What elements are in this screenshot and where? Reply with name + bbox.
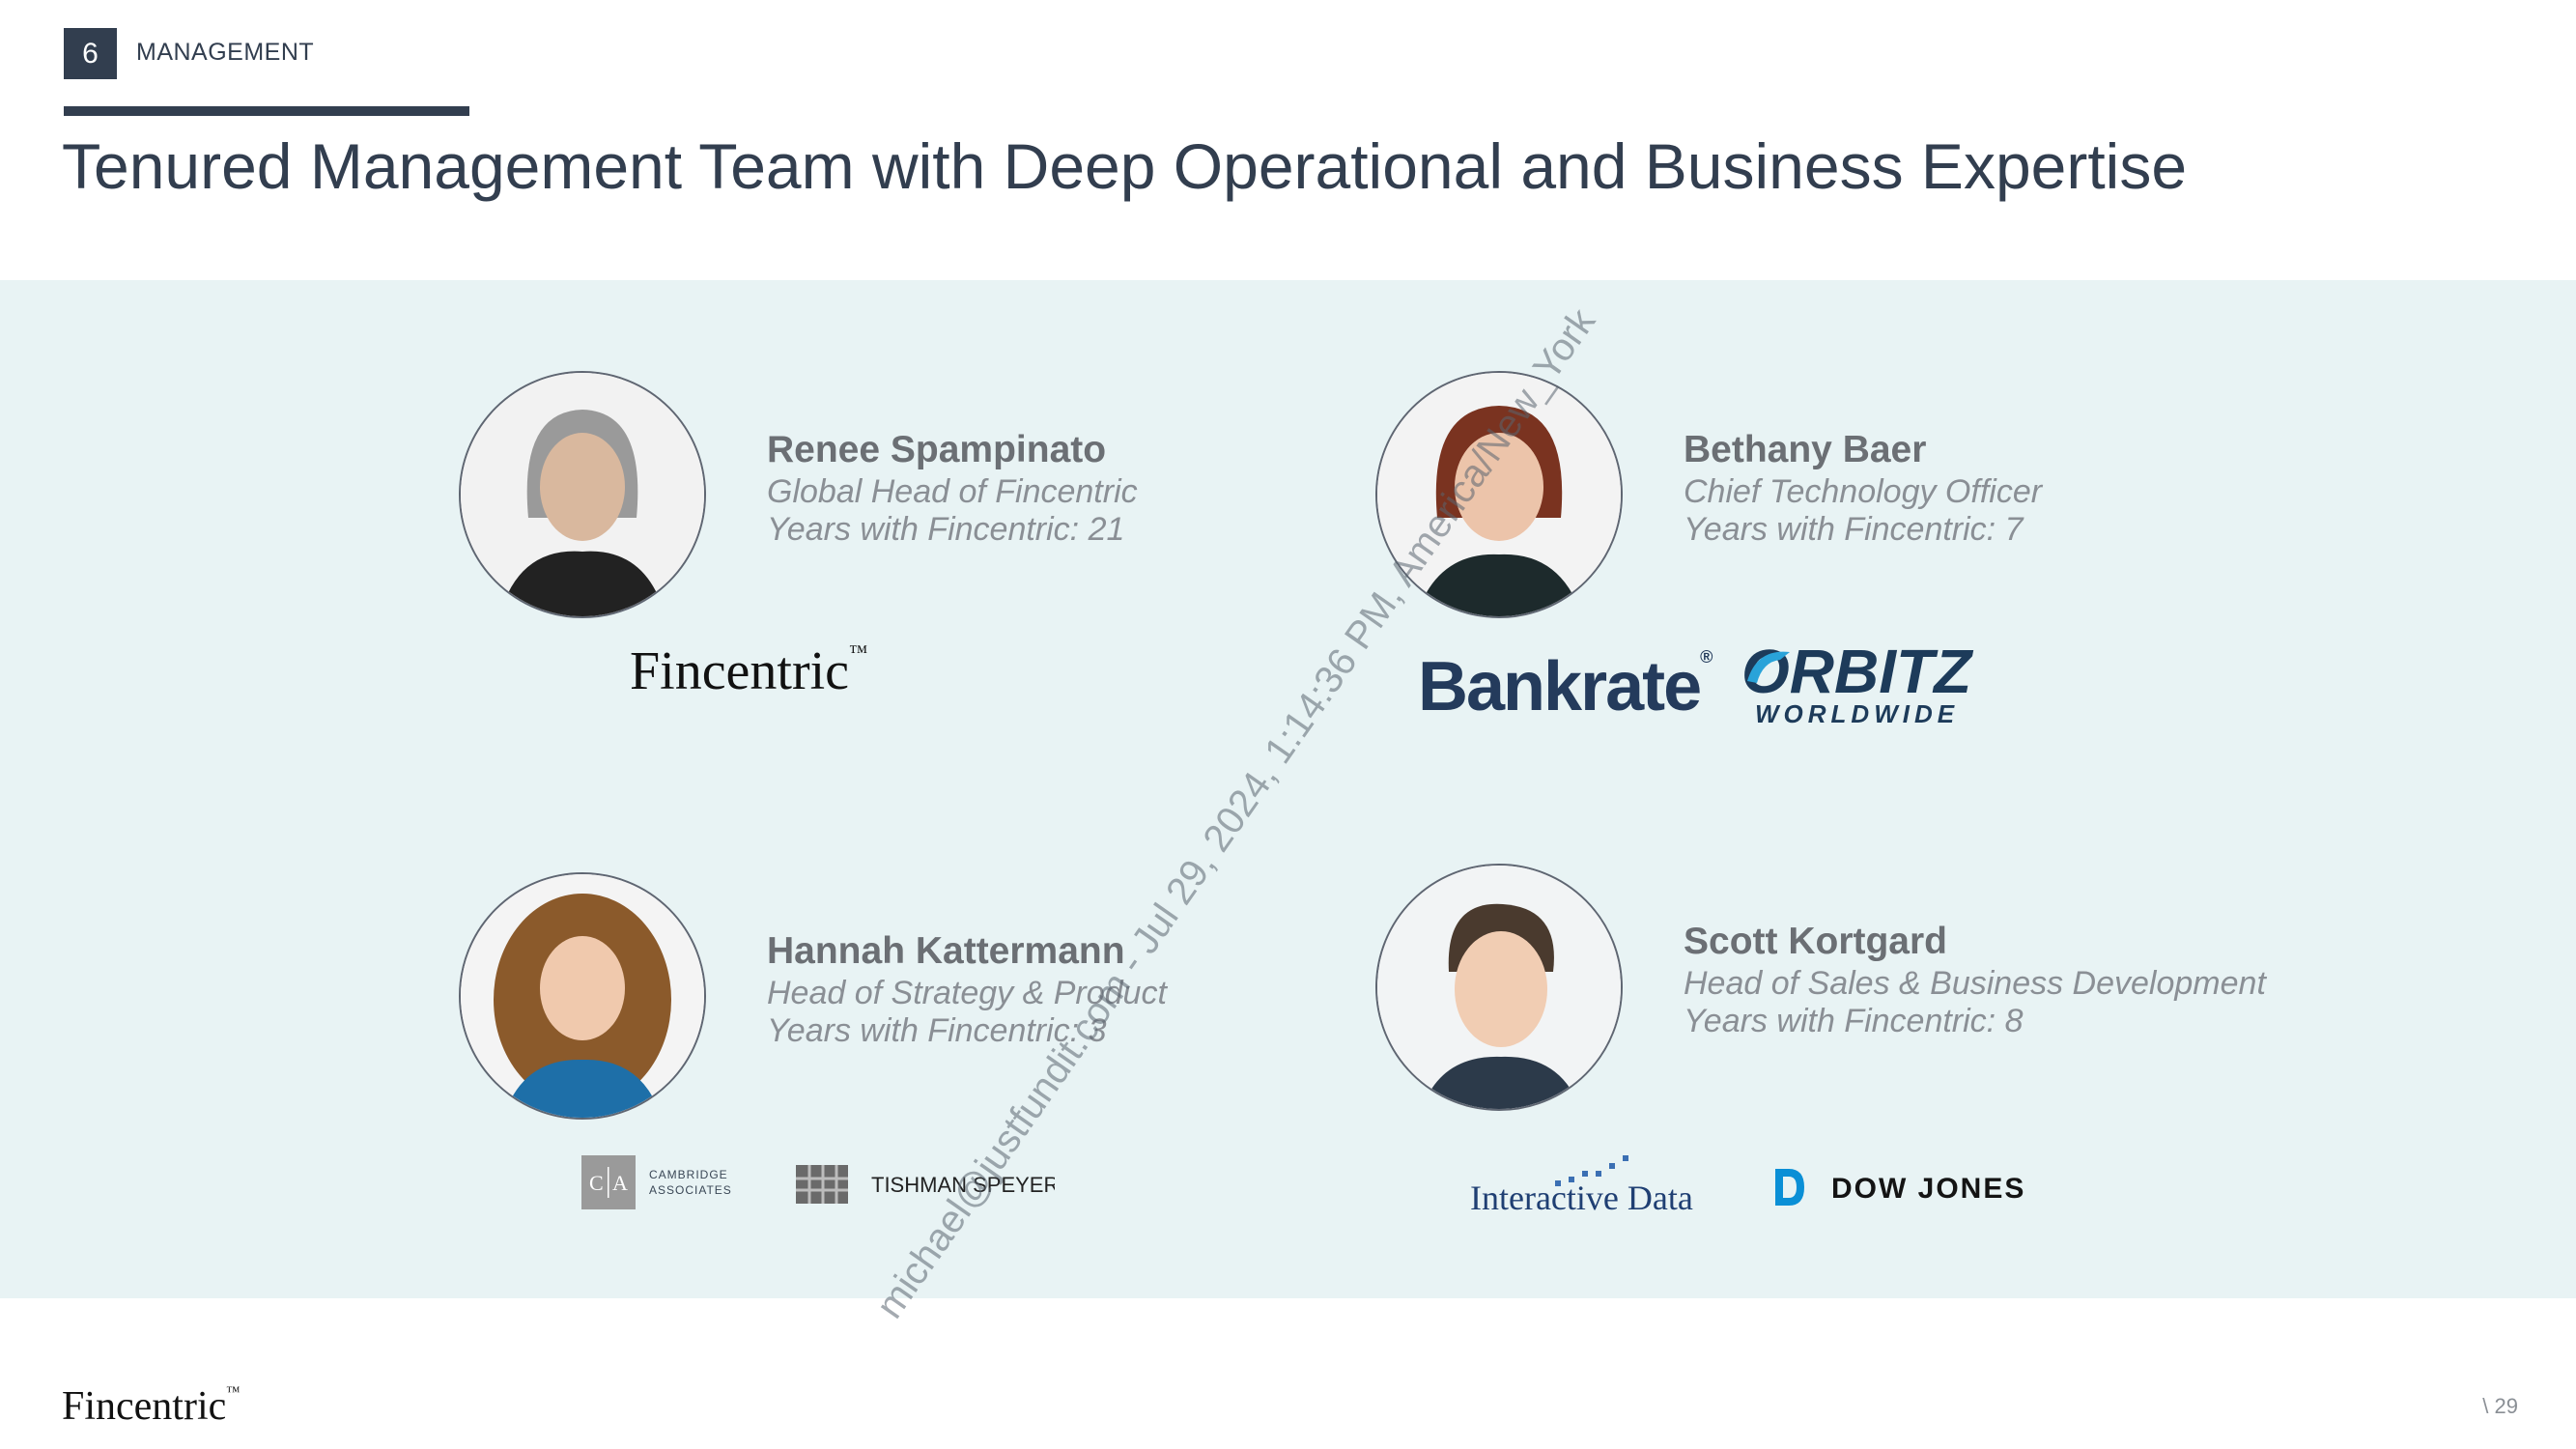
section-number-badge: 6 [64, 28, 117, 79]
section-label: MANAGEMENT [136, 39, 315, 66]
person-role: Chief Technology Officer [1684, 473, 2043, 510]
person-tenure: Years with Fincentric: 7 [1684, 511, 2024, 548]
cambridge-associates-logo: C A CAMBRIDGE ASSOCIATES [581, 1155, 736, 1209]
svg-text:Interactive Data: Interactive Data [1470, 1179, 1693, 1217]
person-name: Hannah Kattermann [767, 930, 1125, 972]
person-photo-icon [1377, 866, 1621, 1109]
person-photo-icon [461, 373, 704, 616]
person-role: Global Head of Fincentric [767, 473, 1138, 510]
svg-text:C: C [589, 1171, 604, 1195]
page-title: Tenured Management Team with Deep Operat… [62, 130, 2188, 202]
interactive-data-logo: Interactive Data [1468, 1150, 1729, 1217]
person-photo-icon [461, 874, 704, 1118]
avatar-scott-kortgard [1375, 864, 1623, 1111]
person-name: Scott Kortgard [1684, 921, 1947, 962]
bankrate-logo: Bankrate® [1418, 647, 1713, 725]
person-tenure: Years with Fincentric: 21 [767, 511, 1125, 548]
orbitz-logo: ORBITZ WORLDWIDE [1734, 633, 1993, 729]
person-name: Bethany Baer [1684, 429, 1927, 470]
svg-text:ASSOCIATES: ASSOCIATES [649, 1183, 732, 1197]
svg-text:A: A [612, 1171, 628, 1195]
page-number: \ 29 [2482, 1394, 2518, 1418]
avatar-renee-spampinato [459, 371, 706, 618]
person-role: Head of Sales & Business Development [1684, 965, 2266, 1002]
person-name: Renee Spampinato [767, 429, 1107, 470]
dow-jones-logo: DOW JONES [1768, 1163, 2028, 1211]
team-panel [0, 280, 2576, 1298]
fincentric-logo: Fincentric™ [630, 641, 868, 701]
svg-text:DOW JONES: DOW JONES [1831, 1173, 2025, 1205]
avatar-hannah-kattermann [459, 872, 706, 1120]
svg-text:WORLDWIDE: WORLDWIDE [1755, 699, 1959, 728]
footer-fincentric-logo: Fincentric™ [62, 1384, 241, 1429]
svg-text:CAMBRIDGE: CAMBRIDGE [649, 1168, 728, 1181]
svg-text:ORBITZ: ORBITZ [1741, 637, 1974, 706]
person-tenure: Years with Fincentric: 8 [1684, 1003, 2024, 1039]
title-rule [64, 106, 469, 116]
